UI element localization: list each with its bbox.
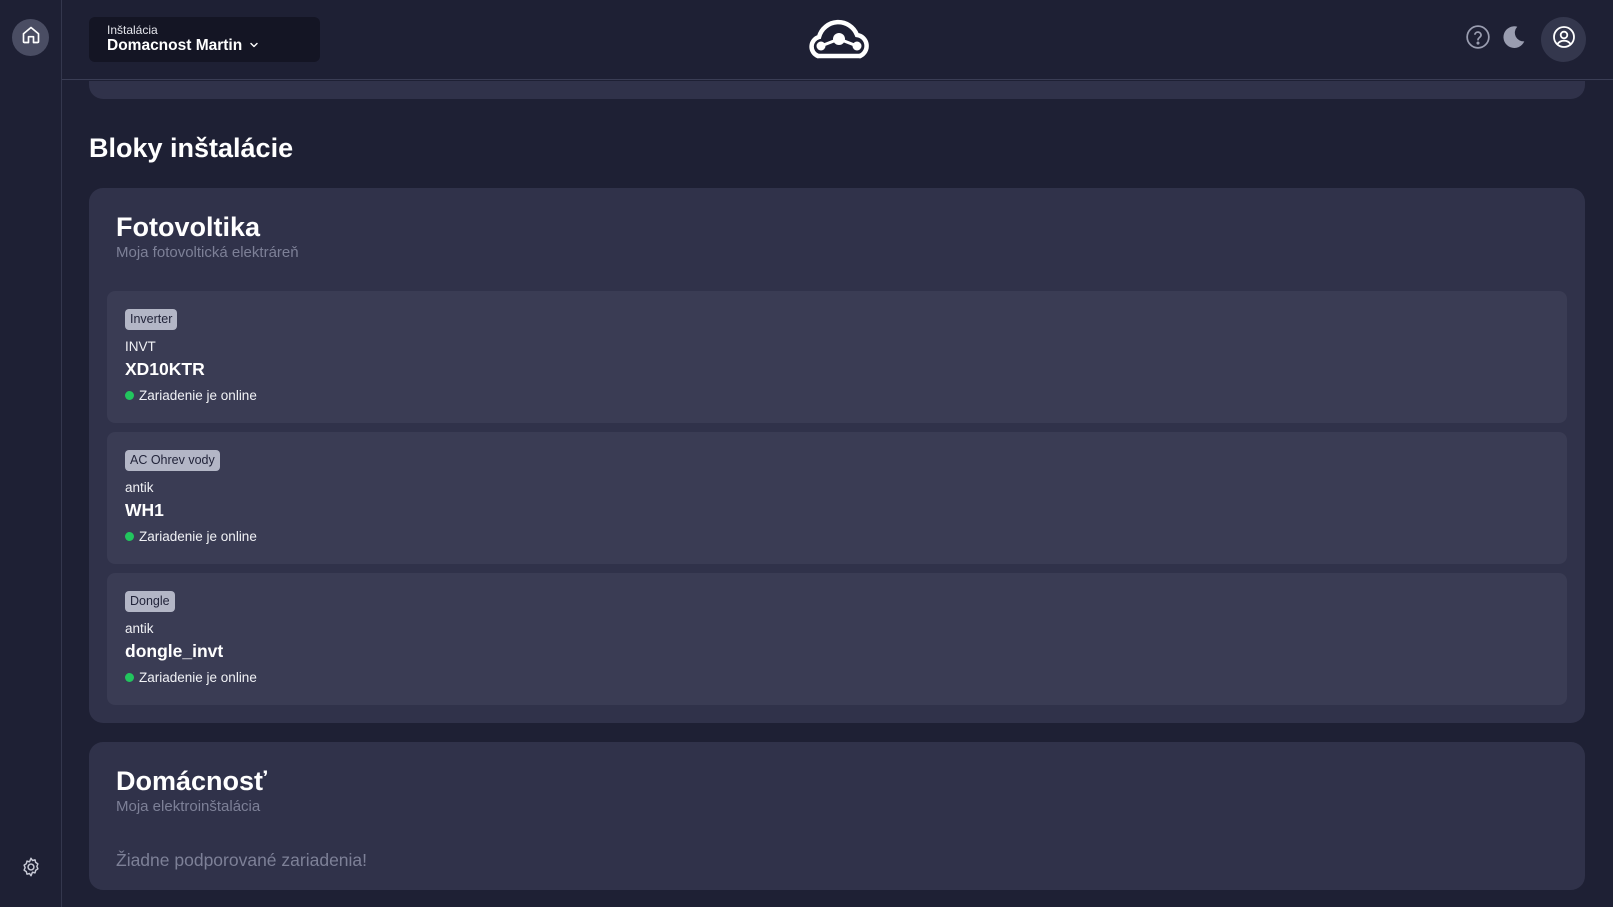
moon-icon: [1501, 24, 1527, 55]
device-type-badge: AC Ohrev vody: [125, 450, 220, 471]
device-brand: antik: [125, 621, 154, 636]
page-title: Bloky inštalácie: [89, 133, 294, 163]
settings-button[interactable]: [18, 856, 44, 882]
chevron-down-icon: [249, 37, 259, 55]
block-subtitle: Moja elektroinštalácia: [116, 798, 261, 815]
device-name: XD10KTR: [125, 359, 205, 379]
gear-icon: [20, 856, 42, 883]
main-content: Bloky inštalácie Fotovoltika Moja fotovo…: [62, 81, 1613, 907]
device-status-text: Zariadenie je online: [139, 670, 257, 685]
online-status-dot: [125, 391, 134, 400]
device-card-water-heater[interactable]: AC Ohrev vody antik WH1 Zariadenie je on…: [107, 432, 1567, 564]
empty-state-message: Žiadne podporované zariadenia!: [116, 850, 368, 870]
device-status-text: Zariadenie je online: [139, 388, 257, 403]
home-button[interactable]: [12, 19, 49, 56]
device-brand: INVT: [125, 339, 156, 354]
online-status-dot: [125, 532, 134, 541]
user-menu-button[interactable]: [1541, 17, 1586, 62]
help-button[interactable]: [1463, 24, 1493, 54]
device-card-dongle[interactable]: Dongle antik dongle_invt Zariadenie je o…: [107, 573, 1567, 705]
installation-label: Inštalácia: [107, 23, 158, 37]
device-name: WH1: [125, 500, 164, 520]
device-status-text: Zariadenie je online: [139, 529, 257, 544]
help-circle-icon: [1465, 24, 1491, 55]
user-circle-icon: [1552, 25, 1576, 54]
installation-value-row: Domacnost Martin: [107, 37, 302, 55]
device-status: Zariadenie je online: [125, 670, 257, 685]
installation-value: Domacnost Martin: [107, 37, 243, 54]
top-bar: Inštalácia Domacnost Martin: [62, 0, 1613, 80]
installation-selector[interactable]: Inštalácia Domacnost Martin: [89, 17, 320, 62]
previous-card-edge: [89, 81, 1585, 99]
block-subtitle: Moja fotovoltická elektráreň: [116, 244, 299, 261]
theme-toggle[interactable]: [1499, 24, 1529, 54]
device-brand: antik: [125, 480, 154, 495]
block-card-domacnost: Domácnosť Moja elektroinštalácia Žiadne …: [89, 742, 1585, 890]
online-status-dot: [125, 673, 134, 682]
block-title: Fotovoltika: [116, 212, 261, 242]
device-card-inverter[interactable]: Inverter INVT XD10KTR Zariadenie je onli…: [107, 291, 1567, 423]
device-status: Zariadenie je online: [125, 529, 257, 544]
device-type-badge: Inverter: [125, 309, 178, 330]
cloud-logo[interactable]: [804, 16, 874, 62]
block-card-fotovoltika: Fotovoltika Moja fotovoltická elektráreň…: [89, 188, 1585, 723]
block-title: Domácnosť: [116, 766, 267, 796]
sidebar: [0, 0, 62, 907]
device-type-badge: Dongle: [125, 591, 175, 612]
device-name: dongle_invt: [125, 641, 224, 661]
home-icon: [21, 25, 41, 50]
device-status: Zariadenie je online: [125, 388, 257, 403]
